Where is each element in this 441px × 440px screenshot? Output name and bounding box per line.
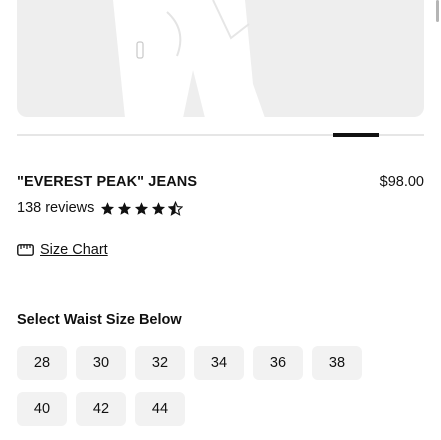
- size-option-38[interactable]: 38: [312, 346, 362, 380]
- star-icon: [118, 201, 132, 215]
- reviews-summary[interactable]: 138 reviews: [17, 200, 184, 216]
- size-chart-label: Size Chart: [40, 242, 108, 258]
- product-title: "EVEREST PEAK" JEANS: [17, 174, 198, 190]
- gallery-indicator: [17, 133, 424, 137]
- size-row: 40 42 44: [17, 392, 362, 426]
- size-option-34[interactable]: 34: [194, 346, 244, 380]
- jeans-photo: [113, 0, 265, 117]
- size-chart-link[interactable]: Size Chart: [17, 242, 108, 258]
- ruler-icon: [17, 244, 34, 256]
- size-selector: 28 30 32 34 36 38 40 42 44: [17, 346, 362, 438]
- star-icon: [152, 201, 166, 215]
- star-icon: [101, 201, 115, 215]
- size-option-30[interactable]: 30: [76, 346, 126, 380]
- size-option-32[interactable]: 32: [135, 346, 185, 380]
- gallery-indicator-active: [333, 133, 379, 137]
- star-half-icon: [168, 200, 184, 216]
- scrollbar[interactable]: [436, 0, 439, 22]
- size-option-44[interactable]: 44: [135, 392, 185, 426]
- size-option-36[interactable]: 36: [253, 346, 303, 380]
- product-price: $98.00: [379, 174, 424, 190]
- star-icon: [135, 201, 149, 215]
- size-row: 28 30 32 34 36 38: [17, 346, 362, 380]
- reviews-count: 138 reviews: [17, 200, 95, 216]
- product-image[interactable]: [17, 0, 424, 117]
- size-selector-heading: Select Waist Size Below: [17, 312, 182, 328]
- rating-stars: [100, 200, 184, 216]
- size-option-40[interactable]: 40: [17, 392, 67, 426]
- size-option-28[interactable]: 28: [17, 346, 67, 380]
- size-option-42[interactable]: 42: [76, 392, 126, 426]
